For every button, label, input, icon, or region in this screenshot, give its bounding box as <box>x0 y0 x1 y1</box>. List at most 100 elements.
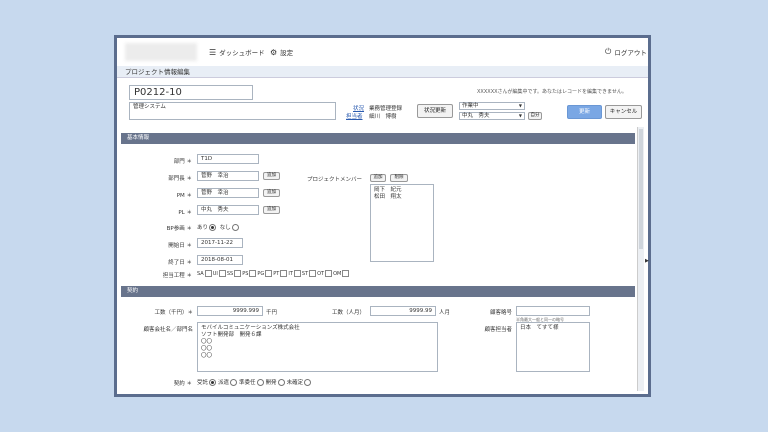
contact-field[interactable]: 日本 てすて様 <box>516 322 590 372</box>
process-option-label: SS <box>226 271 234 277</box>
process-option-label: PG <box>257 271 265 277</box>
user-select[interactable]: 中丸 秀夫 ▼ <box>459 112 525 120</box>
status-select-value: 作業中 <box>462 103 479 109</box>
process-option-label: IT <box>288 271 293 277</box>
app-logo <box>125 43 197 61</box>
bp-label: BP参画 ＊ <box>166 226 192 232</box>
scrollbar-thumb[interactable] <box>639 129 643 249</box>
status-select[interactable]: 作業中 ▼ <box>459 102 525 110</box>
customer-field[interactable]: モバイルコミュニケーションズ株式会社 ソフト開発部 開発６課 〇〇 〇〇 〇〇 <box>197 322 438 372</box>
cost-person-unit: 人月 <box>439 310 451 316</box>
chevron-down-icon: ▼ <box>518 113 522 118</box>
process-option-label: ST <box>301 271 309 277</box>
process-option-label: SA <box>197 271 204 277</box>
self-button[interactable]: 自分 <box>528 112 542 120</box>
nav-dashboard[interactable]: ☰ ダッシュボード <box>209 47 265 58</box>
cost-person-field[interactable]: 9999.99 <box>370 306 436 316</box>
bp-no-radio[interactable] <box>231 224 239 231</box>
process-checkbox[interactable] <box>342 270 350 277</box>
end-date-label: 終了日 ＊ <box>168 260 192 266</box>
nav-dashboard-label: ダッシュボード <box>219 49 265 57</box>
project-name-field[interactable]: 管理システム <box>129 102 336 120</box>
section-contract: 契約 <box>121 286 635 297</box>
dept-field[interactable]: T1D <box>197 154 259 164</box>
process-checkbox[interactable] <box>218 270 226 277</box>
process-checkbox[interactable] <box>280 270 288 277</box>
bp-no-label: なし <box>219 225 231 231</box>
scrollbar[interactable] <box>637 127 644 391</box>
contract-option-radio[interactable] <box>230 379 238 386</box>
cost-person-label: 工数（人月） <box>331 310 365 316</box>
dept-head-add-button[interactable]: 追加 <box>263 172 280 180</box>
contract-label: 契約 ＊ <box>173 381 192 387</box>
contract-option-radio[interactable] <box>256 379 264 386</box>
pm-field[interactable]: 菅野 幸治 <box>197 188 259 198</box>
bp-yes-radio[interactable] <box>209 224 217 231</box>
page-title: プロジェクト情報編集 <box>117 66 648 78</box>
cost-yen-label: 工数（千円）＊ <box>154 310 193 316</box>
customer-label: 顧客会社名／部門名 <box>143 327 193 333</box>
pm-add-button[interactable]: 追加 <box>263 189 280 197</box>
lock-message: XXXXXXさんが編集中です。あなたはレコードを編集できません。 <box>477 89 627 95</box>
contract-option-label: 未確定 <box>286 380 304 386</box>
process-option-label: PS <box>242 271 249 277</box>
contract-option-label: 開発 <box>265 380 277 386</box>
contract-option-label: 派遣 <box>218 380 230 386</box>
process-checkbox[interactable] <box>309 270 317 277</box>
status-label: 状況 <box>353 106 365 112</box>
contact-label: 顧客担当者 <box>484 327 512 333</box>
power-icon: ⏻ <box>605 47 612 56</box>
customer-no-label: 顧客略号 <box>489 310 512 316</box>
contract-option-label: 受託 <box>197 380 209 386</box>
process-checkbox[interactable] <box>204 270 212 277</box>
customer-no-field[interactable] <box>516 306 590 316</box>
start-date-label: 開始日 ＊ <box>168 243 192 249</box>
process-checkbox[interactable] <box>293 270 301 277</box>
process-option-label: OT <box>317 271 325 277</box>
start-date-field[interactable]: 2017-11-22 <box>197 238 243 248</box>
process-option-label: OM <box>333 271 342 277</box>
logout-button[interactable]: ⏻ ログアウト <box>605 47 647 57</box>
chevron-down-icon: ▼ <box>518 103 522 108</box>
logout-label: ログアウト <box>614 49 647 57</box>
member-delete-button[interactable]: 削除 <box>390 174 408 182</box>
update-button[interactable]: 更新 <box>567 105 602 119</box>
contract-option-radio[interactable] <box>277 379 285 386</box>
dept-head-field[interactable]: 菅野 幸治 <box>197 171 259 181</box>
members-list[interactable]: 岡下 紀元 松田 翔太 <box>370 184 434 262</box>
process-label: 担当工程 ＊ <box>162 273 192 279</box>
end-date-field[interactable]: 2018-08-01 <box>197 255 243 265</box>
section-basic: 基本情報 <box>121 133 635 144</box>
pl-add-button[interactable]: 追加 <box>263 206 280 214</box>
pm-label: PM ＊ <box>176 193 192 199</box>
contract-radio-group: 受託 派遣 準委任 開発 未確定 <box>197 378 313 386</box>
process-checkbox-group: SA UI SS PS PG PT IT ST OT OM <box>197 270 350 277</box>
handler-value: 細川 博樹 <box>369 114 397 120</box>
list-icon: ☰ <box>209 47 217 57</box>
process-checkbox[interactable] <box>249 270 257 277</box>
dept-head-label: 部門長 ＊ <box>168 176 192 182</box>
contract-option-radio[interactable] <box>209 379 217 386</box>
panel-toggle-icon[interactable]: ▶ <box>645 258 649 264</box>
cancel-button[interactable]: キャンセル <box>605 105 642 119</box>
process-option-label: PT <box>273 271 280 277</box>
handler-label: 担当者 <box>346 114 363 120</box>
process-checkbox[interactable] <box>234 270 242 277</box>
cost-yen-field[interactable]: 9999.999 <box>197 306 263 316</box>
process-option-label: UI <box>212 271 218 277</box>
process-checkbox[interactable] <box>325 270 333 277</box>
process-checkbox[interactable] <box>265 270 273 277</box>
gear-icon: ⚙ <box>270 47 278 57</box>
members-label: プロジェクトメンバー <box>307 177 363 183</box>
contract-option-label: 準委任 <box>239 380 256 386</box>
pl-field[interactable]: 中丸 秀夫 <box>197 205 259 215</box>
status-update-button[interactable]: 状況更新 <box>417 104 453 118</box>
contract-option-radio[interactable] <box>304 379 312 386</box>
nav-settings[interactable]: ⚙ 設定 <box>270 47 293 58</box>
pl-label: PL ＊ <box>178 210 192 216</box>
status-value: 業務管理登録 <box>369 106 403 112</box>
member-add-button[interactable]: 追加 <box>370 174 386 182</box>
project-code-field[interactable]: P0212-10 <box>129 85 253 100</box>
app-window: ☰ ダッシュボード ⚙ 設定 ⏻ ログアウト プロジェクト情報編集 P0212-… <box>114 35 651 397</box>
dept-label: 部門 ＊ <box>173 159 192 165</box>
